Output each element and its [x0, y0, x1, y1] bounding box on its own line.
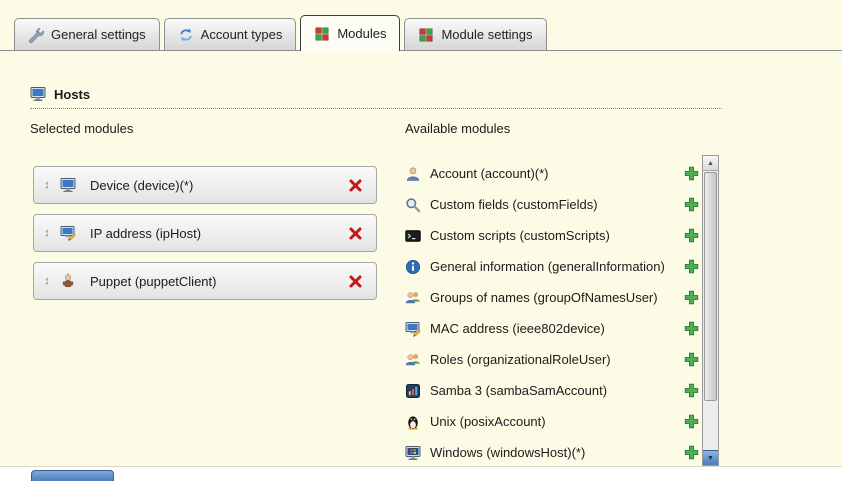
computer-icon — [30, 86, 46, 102]
tab-label: Modules — [337, 26, 386, 41]
module-label: Windows (windowsHost)(*) — [430, 445, 585, 460]
selected-module-puppet[interactable]: ↕ Puppet (puppetClient) — [33, 262, 377, 300]
add-icon[interactable] — [684, 445, 699, 460]
module-label: Account (account)(*) — [430, 166, 549, 181]
terminal-icon — [405, 228, 421, 244]
add-icon[interactable] — [684, 166, 699, 181]
selected-modules-heading: Selected modules — [30, 121, 133, 136]
module-label: Custom fields (customFields) — [430, 197, 598, 212]
available-module-account: Account (account)(*) — [405, 158, 699, 189]
group-icon — [405, 352, 421, 368]
module-label: General information (generalInformation) — [430, 259, 665, 274]
drag-handle-icon[interactable]: ↕ — [34, 275, 60, 287]
puppet-icon — [60, 273, 76, 289]
tab-general-settings[interactable]: General settings — [14, 18, 160, 50]
tab-bar: General settings Account types Modules M… — [14, 17, 547, 51]
magnifier-icon — [405, 197, 421, 213]
device-icon — [60, 177, 76, 193]
remove-icon[interactable] — [348, 274, 363, 289]
module-label: Unix (posixAccount) — [430, 414, 546, 429]
available-module-custom-scripts: Custom scripts (customScripts) — [405, 220, 699, 251]
add-icon[interactable] — [684, 383, 699, 398]
computer-edit-icon — [405, 321, 421, 337]
bottom-button-partial[interactable] — [31, 470, 114, 481]
available-modules-scrollbar[interactable]: ▲ ▼ — [702, 155, 719, 466]
available-module-mac-address: MAC address (ieee802device) — [405, 313, 699, 344]
module-label: Samba 3 (sambaSamAccount) — [430, 383, 607, 398]
scroll-up-icon[interactable]: ▲ — [703, 156, 718, 171]
tab-account-types[interactable]: Account types — [164, 18, 297, 50]
info-icon — [405, 259, 421, 275]
tab-modules[interactable]: Modules — [300, 15, 400, 51]
available-module-custom-fields: Custom fields (customFields) — [405, 189, 699, 220]
tab-label: Account types — [201, 27, 283, 42]
scrollbar-thumb[interactable] — [704, 172, 717, 401]
modules-icon — [314, 26, 330, 42]
sync-arrows-icon — [178, 27, 194, 43]
add-icon[interactable] — [684, 259, 699, 274]
add-icon[interactable] — [684, 197, 699, 212]
module-label: Groups of names (groupOfNamesUser) — [430, 290, 658, 305]
module-label: Puppet (puppetClient) — [90, 274, 216, 289]
lam-configuration-screen: General settings Account types Modules M… — [0, 0, 842, 481]
person-icon — [405, 166, 421, 182]
module-label: Roles (organizationalRoleUser) — [430, 352, 611, 367]
hosts-section-header: Hosts — [30, 86, 722, 109]
tab-module-settings[interactable]: Module settings — [404, 18, 546, 50]
windows-icon — [405, 445, 421, 461]
drag-handle-icon[interactable]: ↕ — [34, 179, 60, 191]
add-icon[interactable] — [684, 414, 699, 429]
tab-label: Module settings — [441, 27, 532, 42]
add-icon[interactable] — [684, 321, 699, 336]
available-module-general-information: General information (generalInformation) — [405, 251, 699, 282]
add-icon[interactable] — [684, 352, 699, 367]
remove-icon[interactable] — [348, 226, 363, 241]
module-label: Device (device)(*) — [90, 178, 193, 193]
module-settings-icon — [418, 27, 434, 43]
tab-label: General settings — [51, 27, 146, 42]
add-icon[interactable] — [684, 228, 699, 243]
available-module-groups-of-names: Groups of names (groupOfNamesUser) — [405, 282, 699, 313]
drag-handle-icon[interactable]: ↕ — [34, 227, 60, 239]
module-label: Custom scripts (customScripts) — [430, 228, 610, 243]
available-modules-panel: Account (account)(*) Custom fields (cust… — [405, 158, 699, 466]
selected-module-ip-address[interactable]: ↕ IP address (ipHost) — [33, 214, 377, 252]
available-module-roles: Roles (organizationalRoleUser) — [405, 344, 699, 375]
module-label: MAC address (ieee802device) — [430, 321, 605, 336]
available-modules-heading: Available modules — [405, 121, 510, 136]
remove-icon[interactable] — [348, 178, 363, 193]
module-label: IP address (ipHost) — [90, 226, 201, 241]
group-icon — [405, 290, 421, 306]
available-module-samba3: Samba 3 (sambaSamAccount) — [405, 375, 699, 406]
selected-modules-panel: ↕ Device (device)(*) ↕ IP address (ipHos… — [33, 166, 377, 310]
hosts-section-title: Hosts — [54, 87, 90, 102]
scroll-down-icon[interactable]: ▼ — [703, 450, 718, 465]
samba-icon — [405, 383, 421, 399]
selected-module-device[interactable]: ↕ Device (device)(*) — [33, 166, 377, 204]
available-module-unix: Unix (posixAccount) — [405, 406, 699, 437]
add-icon[interactable] — [684, 290, 699, 305]
wrench-icon — [28, 27, 44, 43]
computer-edit-icon — [60, 225, 76, 241]
tux-icon — [405, 414, 421, 430]
available-module-windows: Windows (windowsHost)(*) — [405, 437, 699, 466]
